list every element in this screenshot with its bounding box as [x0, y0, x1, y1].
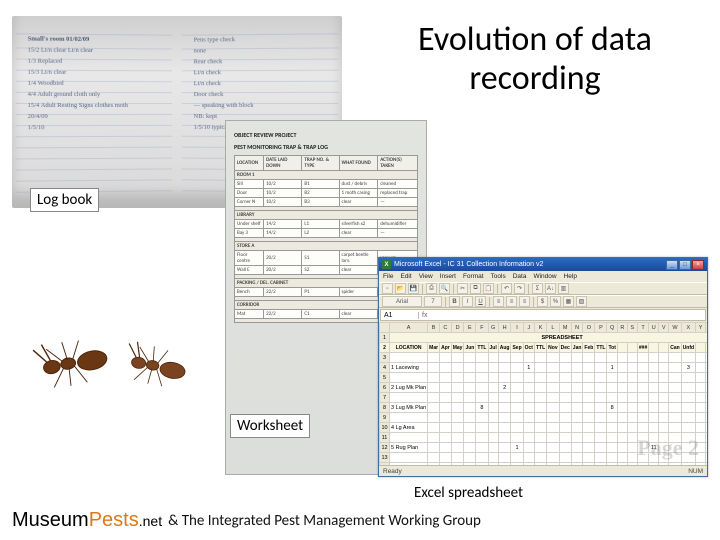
paste-icon[interactable]: 📋 — [483, 283, 494, 294]
save-icon[interactable]: 💾 — [408, 283, 419, 294]
open-icon[interactable]: 📂 — [395, 283, 406, 294]
worksheet-caption: Worksheet — [230, 414, 310, 438]
excel-menubar: File Edit View Insert Format Tools Data Window H… — [379, 271, 707, 282]
excel-formula-bar: A1 fx — [380, 309, 706, 321]
worksheet-title-1: OBJECT REVIEW PROJECT — [234, 131, 418, 139]
fx-icon[interactable]: fx — [419, 312, 430, 319]
footer-text: & The Integrated Pest Management Working… — [168, 512, 481, 530]
preview-icon[interactable]: 🔍 — [439, 283, 450, 294]
excel-app-icon: X — [382, 260, 391, 269]
percent-icon[interactable]: % — [550, 296, 561, 307]
align-left-icon[interactable]: ≡ — [493, 296, 504, 307]
italic-icon[interactable]: I — [462, 296, 473, 307]
logbook-left-page: Small's room 01/02/0915/2 Lt/n clear Lt/… — [15, 23, 172, 193]
status-num: NUM — [688, 468, 703, 475]
menu-window[interactable]: Window — [533, 273, 556, 280]
excel-toolbar-format: Arial 7 B I U ≡ ≡ ≡ $ % ▦ ▨ — [379, 295, 707, 308]
excel-status-bar: Ready NUM — [379, 465, 707, 476]
footer: MuseumPests.net & The Integrated Pest Ma… — [0, 509, 720, 532]
menu-insert[interactable]: Insert — [440, 273, 456, 280]
excel-window-title: Microsoft Excel - IC 31 Collection Infor… — [394, 261, 543, 268]
excel-grid[interactable]: ABCDEFGHIJKLMNOPQRSTUVWXYZAA1SPREADSHEET… — [379, 322, 707, 465]
print-icon[interactable]: ⎙ — [426, 283, 437, 294]
cut-icon[interactable]: ✂ — [457, 283, 468, 294]
align-right-icon[interactable]: ≡ — [519, 296, 530, 307]
excel-toolbar-standard: ▫ 📂 💾 ⎙ 🔍 ✂ ⧉ 📋 ↶ ↷ Σ A↓ ▥ — [379, 282, 707, 295]
undo-icon[interactable]: ↶ — [501, 283, 512, 294]
worksheet-title-2: PEST MONITORING TRAP & TRAP LOG — [234, 143, 418, 151]
ant-icon — [115, 328, 204, 396]
menu-data[interactable]: Data — [513, 273, 527, 280]
currency-icon[interactable]: $ — [537, 296, 548, 307]
fill-color-icon[interactable]: ▨ — [576, 296, 587, 307]
ant-icon — [21, 316, 127, 399]
menu-edit[interactable]: Edit — [400, 273, 411, 280]
borders-icon[interactable]: ▦ — [563, 296, 574, 307]
font-size-select[interactable]: 7 — [424, 296, 442, 307]
status-ready: Ready — [383, 468, 402, 475]
copy-icon[interactable]: ⧉ — [470, 283, 481, 294]
page-stamp: Page 2 — [637, 435, 699, 461]
bold-icon[interactable]: B — [449, 296, 460, 307]
menu-file[interactable]: File — [383, 273, 393, 280]
chart-icon[interactable]: ▥ — [558, 283, 569, 294]
logo-part-net: .net — [139, 513, 162, 529]
autosum-icon[interactable]: Σ — [532, 283, 543, 294]
ants-image — [12, 295, 222, 425]
align-center-icon[interactable]: ≡ — [506, 296, 517, 307]
new-icon[interactable]: ▫ — [382, 283, 393, 294]
excel-caption: Excel spreadsheet — [408, 482, 529, 504]
menu-tools[interactable]: Tools — [491, 273, 506, 280]
excel-window: X Microsoft Excel - IC 31 Collection Inf… — [378, 257, 708, 477]
museumpests-logo: MuseumPests.net — [12, 509, 162, 532]
menu-view[interactable]: View — [419, 273, 433, 280]
close-button[interactable]: × — [692, 260, 704, 270]
name-box[interactable]: A1 — [381, 312, 419, 319]
underline-icon[interactable]: U — [475, 296, 486, 307]
slide-title: Evolution of data recording — [370, 20, 700, 98]
logo-part-museum: Museum — [12, 509, 89, 531]
logbook-caption: Log book — [30, 188, 99, 212]
excel-titlebar: X Microsoft Excel - IC 31 Collection Inf… — [379, 258, 707, 271]
font-select[interactable]: Arial — [382, 296, 422, 307]
sort-asc-icon[interactable]: A↓ — [545, 283, 556, 294]
minimize-button[interactable]: _ — [666, 260, 678, 270]
menu-help[interactable]: Help — [564, 273, 577, 280]
menu-format[interactable]: Format — [463, 273, 484, 280]
logo-part-pests: Pests — [89, 509, 139, 531]
maximize-button[interactable]: □ — [679, 260, 691, 270]
redo-icon[interactable]: ↷ — [514, 283, 525, 294]
